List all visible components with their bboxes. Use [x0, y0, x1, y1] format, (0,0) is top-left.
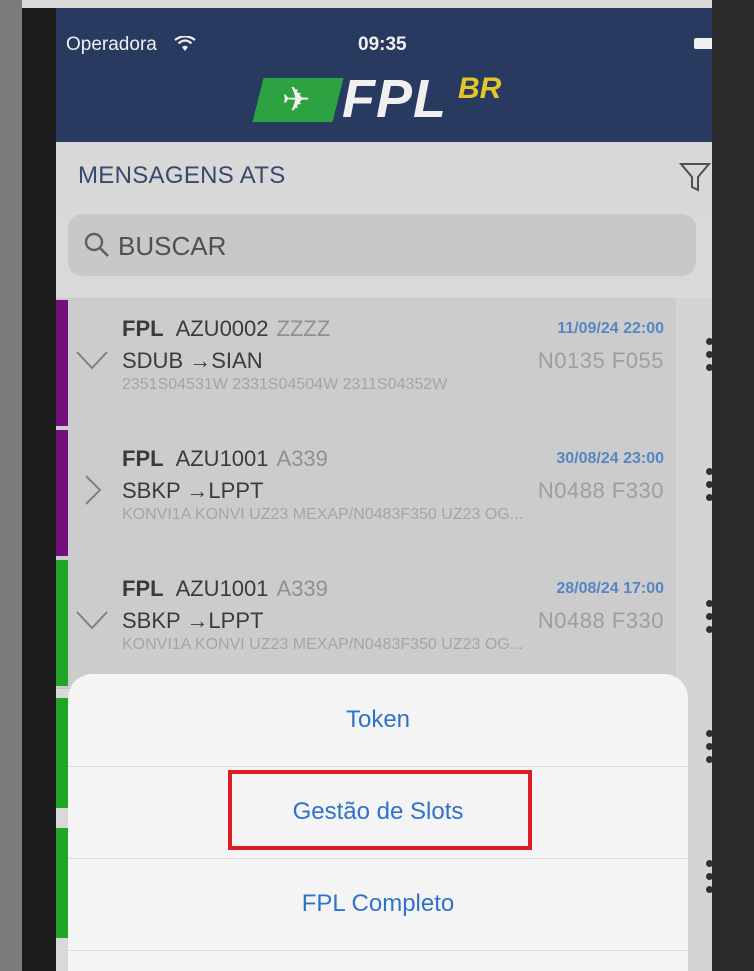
- page-title: MENSAGENS ATS: [78, 162, 286, 189]
- chevron-down-icon[interactable]: [74, 342, 110, 378]
- message-type: FPL: [122, 576, 164, 601]
- status-color-bar: [56, 430, 68, 556]
- aircraft-type: A339: [276, 446, 328, 471]
- highlight-box: [228, 770, 532, 850]
- message-type: FPL: [122, 446, 164, 471]
- search-bar[interactable]: [68, 214, 696, 276]
- chevron-right-icon[interactable]: [74, 472, 110, 508]
- device-frame-left: [0, 0, 22, 971]
- list-item[interactable]: FPL AZU1001 A339 28/08/24 17:00 SBKP →LPPT…: [56, 558, 676, 689]
- logo-superscript: BR: [458, 72, 502, 105]
- flight-path: KONVI1A KONVI UZ23 MEXAP/N0483F350 UZ23 …: [122, 506, 524, 523]
- flight-path: 2351S04531W 2331S04504W 2311S04352W: [122, 376, 448, 393]
- clock: 09:35: [358, 34, 407, 55]
- device-frame-right: [712, 0, 754, 971]
- message-header: FPL AZU0002 ZZZZ: [122, 316, 330, 342]
- search-input[interactable]: [116, 226, 680, 266]
- carrier-label: Operadora: [66, 34, 157, 55]
- phone-screen: Operadora 09:35 ✈ FPL BR MENSAGENS ATS B…: [22, 8, 712, 971]
- aircraft-type: A339: [276, 576, 328, 601]
- list-item[interactable]: FPL AZU0002 ZZZZ 11/09/24 22:00 SDUB →SIAN…: [56, 298, 676, 429]
- action-token[interactable]: Token: [68, 674, 688, 767]
- title-bar: MENSAGENS ATS: [56, 142, 712, 210]
- message-header: FPL AZU1001 A339: [122, 446, 328, 472]
- status-color-bar: [56, 828, 68, 938]
- callsign: AZU0002: [175, 316, 269, 341]
- callsign: AZU1001: [175, 446, 269, 471]
- app-logo: ✈ FPL BR: [252, 69, 538, 130]
- speed-level: N0135 F055: [537, 348, 664, 373]
- aircraft-type: ZZZZ: [276, 316, 331, 341]
- status-bar: Operadora 09:35: [66, 34, 712, 58]
- route: SBKP →LPPT: [122, 608, 264, 633]
- status-color-bar: [56, 698, 68, 808]
- route: SBKP →LPPT: [122, 478, 264, 503]
- chevron-down-icon[interactable]: [74, 602, 110, 638]
- app-screen: Operadora 09:35 ✈ FPL BR MENSAGENS ATS B…: [56, 8, 712, 971]
- battery-icon: [694, 38, 712, 49]
- list-item[interactable]: FPL AZU1001 A339 30/08/24 23:00 SBKP →LPPT…: [56, 428, 676, 559]
- speed-level: N0488 F330: [537, 478, 664, 503]
- speed-level: N0488 F330: [537, 608, 664, 633]
- device-frame-top: [0, 0, 754, 8]
- callsign: AZU1001: [175, 576, 269, 601]
- flight-path: KONVI1A KONVI UZ23 MEXAP/N0483F350 UZ23 …: [122, 636, 524, 653]
- message-type: FPL: [122, 316, 164, 341]
- status-color-bar: [56, 300, 68, 426]
- action-sheet: Token Gestão de Slots FPL Completo: [68, 674, 688, 971]
- message-datetime: 28/08/24 17:00: [556, 580, 664, 597]
- message-datetime: 30/08/24 23:00: [556, 450, 664, 467]
- message-datetime: 11/09/24 22:00: [557, 320, 664, 337]
- action-full-fpl[interactable]: FPL Completo: [68, 858, 688, 951]
- search-icon: [84, 232, 109, 257]
- status-color-bar: [56, 560, 68, 686]
- app-header: Operadora 09:35 ✈ FPL BR: [56, 8, 712, 142]
- filter-icon[interactable]: [678, 160, 712, 194]
- message-header: FPL AZU1001 A339: [122, 576, 328, 602]
- logo-text: FPL: [342, 69, 447, 129]
- wifi-icon: [174, 36, 196, 51]
- plane-logo-icon: ✈: [252, 78, 344, 122]
- route: SDUB →SIAN: [122, 348, 263, 373]
